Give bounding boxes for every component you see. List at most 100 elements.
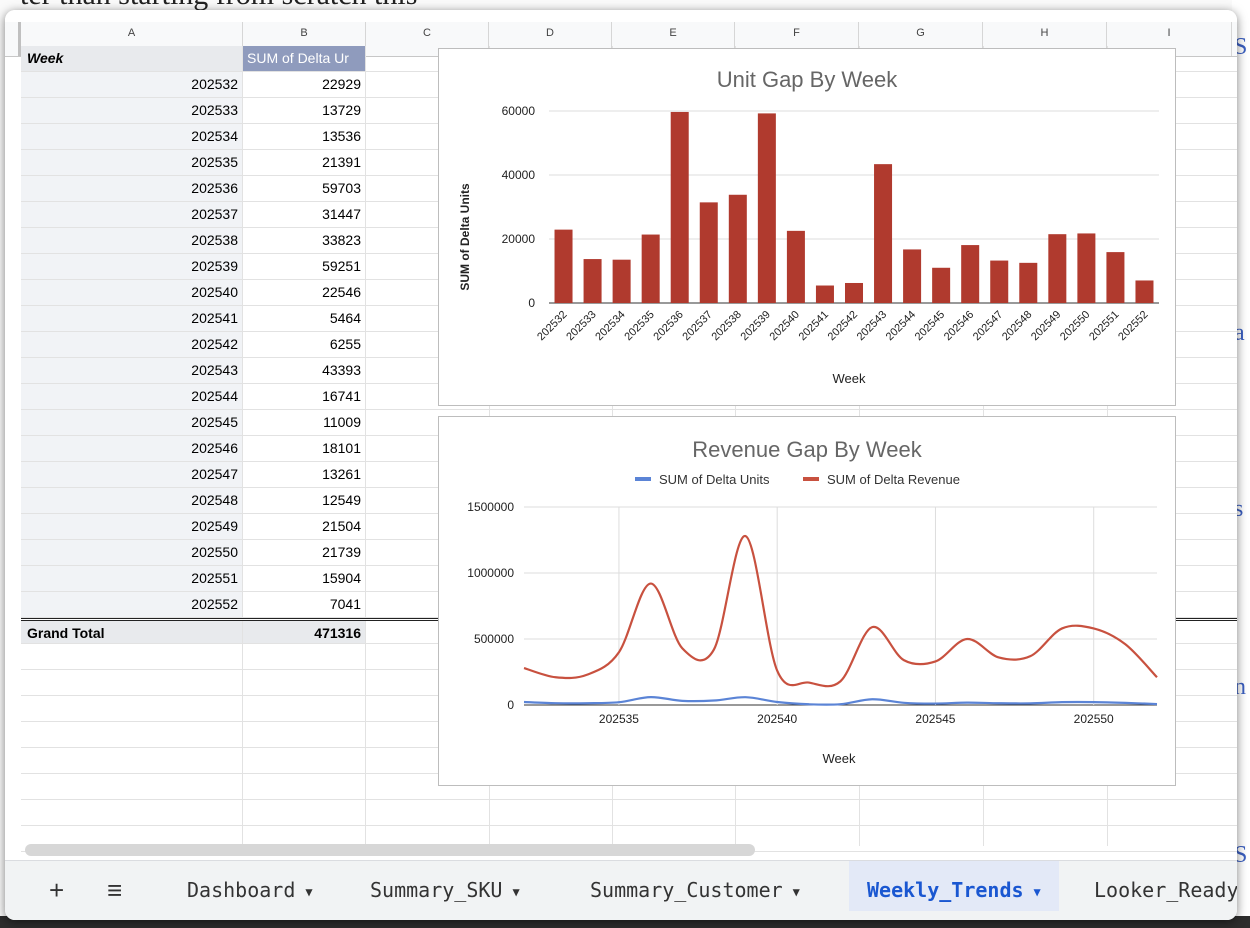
empty-cell[interactable]	[21, 748, 243, 773]
tab-label: Weekly_Trends	[867, 878, 1024, 902]
bar	[1106, 252, 1125, 303]
value-cell[interactable]: 5464	[243, 306, 366, 331]
week-cell[interactable]: 202541	[21, 306, 243, 331]
week-cell[interactable]: 202539	[21, 254, 243, 279]
x-tick-label: 202539	[739, 309, 773, 343]
empty-cell[interactable]	[243, 696, 366, 721]
value-cell[interactable]: 33823	[243, 228, 366, 253]
x-tick-label: 202540	[768, 309, 802, 343]
week-cell[interactable]: 202548	[21, 488, 243, 513]
y-tick-label: 1500000	[467, 500, 514, 514]
week-cell[interactable]: 202540	[21, 280, 243, 305]
value-cell[interactable]: 16741	[243, 384, 366, 409]
grand-total-value[interactable]: 471316	[243, 621, 366, 643]
week-cell[interactable]: 202534	[21, 124, 243, 149]
value-cell[interactable]: 6255	[243, 332, 366, 357]
tab-looker-ready[interactable]: Looker_Ready	[1094, 861, 1237, 911]
all-sheets-menu-button[interactable]: ≡	[107, 875, 122, 906]
chevron-down-icon[interactable]: ▼	[512, 885, 519, 899]
bar	[757, 113, 776, 304]
week-cell[interactable]: 202538	[21, 228, 243, 253]
value-cell[interactable]: 18101	[243, 436, 366, 461]
chevron-down-icon[interactable]: ▼	[305, 885, 312, 899]
value-cell[interactable]: 43393	[243, 358, 366, 383]
week-cell[interactable]: 202547	[21, 462, 243, 487]
week-cell[interactable]: 202532	[21, 72, 243, 97]
x-tick-label: 202551	[1087, 309, 1121, 343]
empty-cell[interactable]	[21, 774, 243, 799]
add-sheet-button[interactable]: +	[49, 875, 64, 906]
value-cell[interactable]: 21504	[243, 514, 366, 539]
value-cell[interactable]: 59251	[243, 254, 366, 279]
revenue-gap-chart[interactable]: Revenue Gap By Week SUM of Delta Units S…	[438, 416, 1176, 786]
empty-cell[interactable]	[243, 670, 366, 695]
unit-gap-chart[interactable]: Unit Gap By Week SUM of Delta Units Week…	[438, 48, 1176, 406]
value-cell[interactable]: 13729	[243, 98, 366, 123]
bar	[641, 234, 660, 303]
bar	[844, 282, 864, 303]
empty-cell[interactable]	[243, 722, 366, 747]
chevron-down-icon[interactable]: ▼	[1034, 885, 1041, 899]
sheet-tab-bar: + ≡ Dashboard ▼ Summary_SKU ▼ Summary_Cust…	[5, 860, 1237, 920]
week-cell[interactable]: 202549	[21, 514, 243, 539]
week-cell[interactable]: 202552	[21, 592, 243, 617]
tab-summary-sku[interactable]: Summary_SKU ▼	[370, 861, 520, 911]
value-cell[interactable]: 7041	[243, 592, 366, 617]
x-tick-label: 202548	[1000, 309, 1034, 343]
week-cell[interactable]: 202535	[21, 150, 243, 175]
week-cell[interactable]: 202550	[21, 540, 243, 565]
value-cell[interactable]: 21391	[243, 150, 366, 175]
bar	[554, 229, 573, 303]
empty-cell[interactable]	[243, 644, 366, 669]
x-tick-label: 202542	[826, 309, 860, 343]
value-cell[interactable]: 13536	[243, 124, 366, 149]
chevron-down-icon[interactable]: ▼	[793, 885, 800, 899]
pivot-header-value[interactable]: SUM of Delta Ur	[243, 46, 366, 71]
empty-cell[interactable]	[21, 800, 243, 825]
horizontal-scrollbar[interactable]	[25, 844, 755, 856]
week-cell[interactable]: 202551	[21, 566, 243, 591]
bar	[786, 230, 805, 303]
value-cell[interactable]: 59703	[243, 176, 366, 201]
empty-cell[interactable]	[21, 670, 243, 695]
empty-cell[interactable]	[21, 644, 243, 669]
tab-summary-customer[interactable]: Summary_Customer ▼	[590, 861, 800, 911]
value-cell[interactable]: 12549	[243, 488, 366, 513]
value-cell[interactable]: 15904	[243, 566, 366, 591]
value-cell[interactable]: 11009	[243, 410, 366, 435]
unit-gap-chart-ylabel: SUM of Delta Units	[458, 183, 472, 291]
week-cell[interactable]: 202537	[21, 202, 243, 227]
x-tick-label: 202550	[1074, 712, 1114, 726]
bar	[1048, 234, 1067, 303]
value-cell[interactable]: 31447	[243, 202, 366, 227]
y-tick-label: 20000	[502, 232, 536, 246]
tab-dashboard[interactable]: Dashboard ▼	[187, 861, 313, 911]
week-cell[interactable]: 202542	[21, 332, 243, 357]
week-cell[interactable]: 202533	[21, 98, 243, 123]
value-cell[interactable]: 21739	[243, 540, 366, 565]
week-cell[interactable]: 202544	[21, 384, 243, 409]
tab-weekly-trends[interactable]: Weekly_Trends ▼	[849, 861, 1059, 911]
tab-label: Summary_Customer	[590, 878, 783, 902]
empty-cell[interactable]	[243, 800, 366, 825]
value-cell[interactable]: 22546	[243, 280, 366, 305]
y-tick-label: 1000000	[467, 566, 514, 580]
x-tick-label: 202546	[942, 309, 976, 343]
grand-total-label[interactable]: Grand Total	[21, 621, 243, 643]
empty-cell[interactable]	[21, 696, 243, 721]
x-tick-label: 202547	[971, 309, 1005, 343]
x-tick-label: 202545	[915, 712, 955, 726]
pivot-header-week[interactable]: Week	[21, 46, 243, 71]
empty-cell[interactable]	[243, 774, 366, 799]
week-cell[interactable]: 202543	[21, 358, 243, 383]
select-all-corner[interactable]	[5, 22, 21, 56]
week-cell[interactable]: 202536	[21, 176, 243, 201]
x-tick-label: 202535	[599, 712, 639, 726]
week-cell[interactable]: 202545	[21, 410, 243, 435]
empty-cell[interactable]	[243, 748, 366, 773]
empty-cell[interactable]	[21, 722, 243, 747]
value-cell[interactable]: 22929	[243, 72, 366, 97]
week-cell[interactable]: 202546	[21, 436, 243, 461]
revenue-gap-chart-svg: Revenue Gap By Week SUM of Delta Units S…	[467, 437, 1158, 766]
value-cell[interactable]: 13261	[243, 462, 366, 487]
